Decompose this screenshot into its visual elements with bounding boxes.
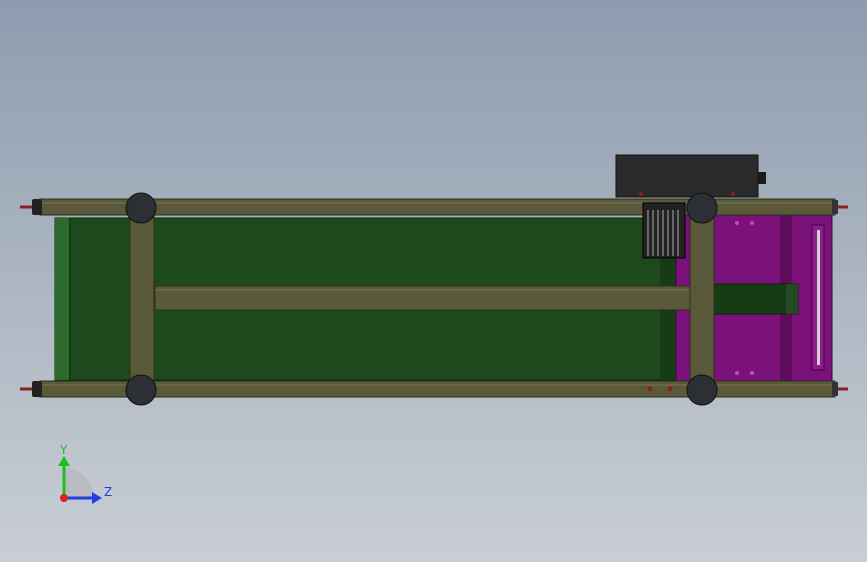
end-cap-top-right[interactable] [832, 200, 848, 214]
coordinate-triad: Y Z [58, 443, 112, 504]
y-axis-label: Y [59, 443, 68, 457]
left-vertical-member[interactable] [129, 206, 155, 392]
leveling-foot-bottom-left[interactable] [125, 374, 157, 406]
leveling-foot-top-right[interactable] [686, 192, 718, 224]
motor-gearbox[interactable] [615, 154, 766, 198]
end-cap-bottom-left[interactable] [20, 381, 42, 397]
stepper-motor[interactable] [642, 202, 686, 259]
middle-cross-beam[interactable] [154, 285, 691, 311]
leveling-foot-bottom-right[interactable] [686, 374, 718, 406]
cad-model-viewport[interactable]: Y Z [0, 0, 867, 562]
leveling-foot-top-left[interactable] [125, 192, 157, 224]
end-cap-top-left[interactable] [20, 199, 42, 215]
right-vertical-member[interactable] [689, 206, 715, 392]
triad-quadrant [64, 468, 94, 498]
end-cap-bottom-right[interactable] [832, 382, 848, 396]
origin-marker [60, 494, 68, 502]
z-axis-label: Z [104, 485, 112, 499]
drive-shaft[interactable] [711, 283, 799, 315]
